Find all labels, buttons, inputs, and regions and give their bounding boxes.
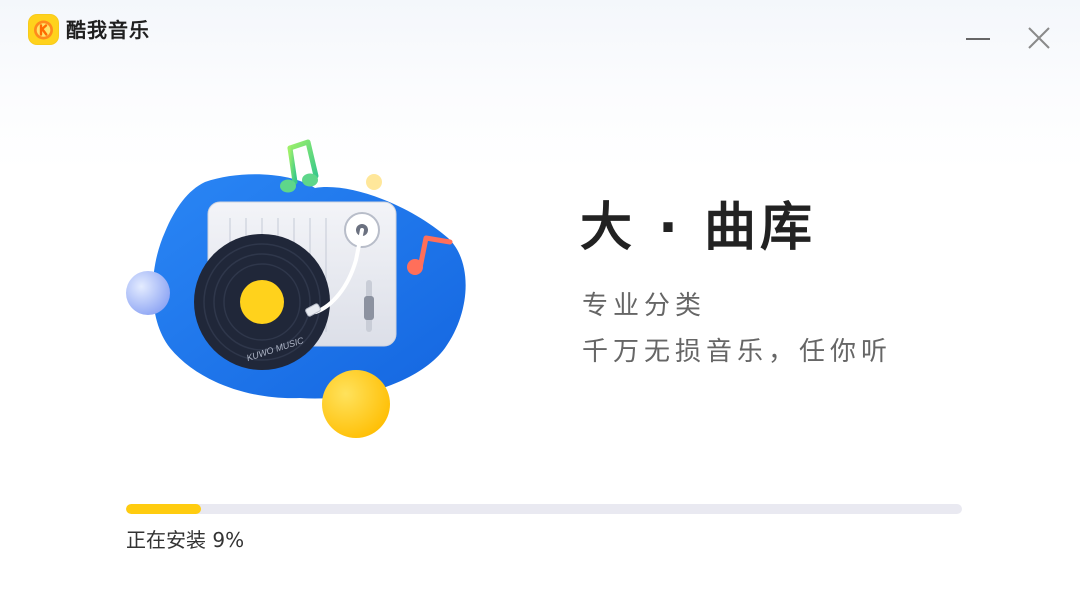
vinyl-label <box>240 280 284 324</box>
lavender-sphere <box>126 271 170 315</box>
slogan-line-2: 千万无损音乐，任你听 <box>582 337 893 367</box>
yellow-dot <box>366 174 382 190</box>
installer-window: 酷我音乐 KUWO MUSIC 大 · 曲库 专业分类 千万无损音乐，任你听 正… <box>0 0 1080 594</box>
minimize-icon <box>966 38 990 40</box>
slogan-line-1: 专业分类 <box>582 291 707 321</box>
minimize-button[interactable] <box>961 20 995 54</box>
slogan-headline: 大 · 曲库 <box>580 198 816 258</box>
install-progress-bar <box>126 504 962 514</box>
record-player-illustration: KUWO MUSIC <box>126 139 466 438</box>
title-bar[interactable]: 酷我音乐 <box>0 0 1080 60</box>
install-status-text: 正在安装 9% <box>126 528 245 552</box>
install-progress-fill <box>126 504 202 514</box>
close-icon <box>1028 27 1050 49</box>
yellow-sphere <box>322 370 390 438</box>
app-title: 酷我音乐 <box>66 18 150 42</box>
close-button[interactable] <box>1022 20 1056 54</box>
kuwo-logo-icon <box>28 14 59 45</box>
